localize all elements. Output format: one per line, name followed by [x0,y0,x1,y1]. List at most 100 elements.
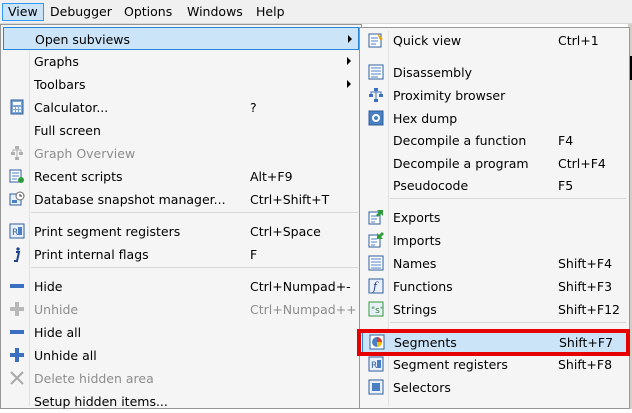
subviews-item-pseudocode[interactable]: Pseudocode F5 [362,174,627,197]
view-item-print-internal-flags[interactable]: Print internal flags F [3,243,359,266]
view-item-open-subviews[interactable]: Open subviews [3,27,359,50]
plus-all-icon [9,347,25,363]
view-item-toolbars[interactable]: Toolbars [3,73,359,96]
menu-item-shortcut: F5 [558,178,574,193]
submenu-arrow-icon [348,35,352,43]
view-menu: Open subviews Graphs Toolbars Calculator...… [0,24,362,409]
menu-separator [390,322,626,323]
menu-item-shortcut: F4 [558,133,574,148]
menu-item-shortcut: Ctrl+Space [250,224,321,239]
menu-item-label: Print internal flags [34,247,149,262]
menu-item-label: Unhide [34,302,79,317]
submenu-arrow-icon [347,80,351,88]
menu-item-shortcut: Ctrl+F4 [558,156,606,171]
minus-icon [9,278,25,294]
menu-item-label: Unhide all [34,348,97,363]
subviews-item-quick-view[interactable]: Quick view Ctrl+1 [362,29,627,52]
subviews-item-imports[interactable]: Imports [362,229,627,252]
view-item-database-snapshot-manager[interactable]: Database snapshot manager... Ctrl+Shift+T [3,188,359,211]
subviews-item-exports[interactable]: Exports [362,206,627,229]
view-item-recent-scripts[interactable]: Recent scripts Alt+F9 [3,165,359,188]
menu-item-shortcut: ? [250,100,257,115]
menu-item-shortcut: Ctrl+Numpad+- [250,279,351,294]
menu-windows[interactable]: Windows [182,3,248,21]
menu-item-shortcut: Shift+F12 [558,302,620,317]
menu-item-label: Proximity browser [393,88,506,103]
subviews-item-hex-dump[interactable]: Hex dump [362,107,627,130]
menu-view[interactable]: View [2,3,44,21]
menu-item-label: Hide all [34,325,82,340]
menu-item-label: Delete hidden area [34,371,154,386]
segment-registers-icon: R [9,223,25,239]
hex-dump-icon [368,110,384,126]
view-item-hide[interactable]: Hide Ctrl+Numpad+- [3,275,359,298]
menu-item-label: Setup hidden items... [34,394,168,409]
menu-item-label: Strings [393,302,437,317]
subviews-item-decompile-a-function[interactable]: Decompile a function F4 [362,129,627,152]
view-item-graphs[interactable]: Graphs [3,50,359,73]
snapshot-icon [9,191,25,207]
segment-registers-icon: R [368,356,384,372]
delete-x-icon [9,370,25,386]
subviews-item-disassembly[interactable]: Disassembly [362,61,627,84]
menu-debugger[interactable]: Debugger [45,3,117,21]
view-item-full-screen[interactable]: Full screen [3,119,359,142]
menu-item-label: Functions [393,279,453,294]
menu-item-label: Print segment registers [34,224,181,239]
proximity-icon [368,87,384,103]
subviews-item-decompile-a-program[interactable]: Decompile a program Ctrl+F4 [362,152,627,175]
view-item-hide-all[interactable]: Hide all [3,321,359,344]
menu-item-shortcut: Ctrl+Numpad++ [250,302,357,317]
subviews-item-functions[interactable]: f Functions Shift+F3 [362,275,627,298]
menu-item-label: Exports [393,210,441,225]
menu-item-label: Hex dump [393,111,458,126]
menu-item-label: Disassembly [393,65,472,80]
subviews-item-selectors[interactable]: Selectors [362,376,627,399]
subviews-item-strings[interactable]: "s" Strings Shift+F12 [362,298,627,321]
quick-view-icon [368,32,384,48]
menu-bar: View Debugger Options Windows Help [0,0,632,24]
menu-item-shortcut: Shift+F8 [558,357,613,372]
menu-separator [31,267,358,268]
menu-item-label: Selectors [393,380,451,395]
menu-separator [31,212,358,213]
imports-icon [368,232,384,248]
menu-help[interactable]: Help [251,3,290,21]
minus-icon [9,324,25,340]
annotation-highlight-box [357,329,630,356]
info-icon [9,246,25,262]
view-item-unhide-all[interactable]: Unhide all [3,344,359,367]
subviews-item-segment-registers[interactable]: R Segment registers Shift+F8 [362,353,627,376]
menu-item-label: Decompile a program [393,156,529,171]
recent-scripts-icon [9,168,25,184]
submenu-arrow-icon [347,57,351,65]
menu-item-label: Segment registers [393,357,508,372]
selectors-icon [368,379,384,395]
menu-item-label: Recent scripts [34,169,123,184]
menu-item-label: Full screen [34,123,101,138]
menu-item-label: Quick view [393,33,462,48]
view-item-calculator[interactable]: Calculator...? [3,96,359,119]
menu-item-label: Names [393,256,437,271]
functions-icon: f [368,278,384,294]
view-item-setup-hidden-items[interactable]: Setup hidden items... [3,390,359,413]
menu-options[interactable]: Options [119,3,177,21]
menu-item-shortcut: Alt+F9 [250,169,293,184]
subviews-item-names[interactable]: Names Shift+F4 [362,252,627,275]
names-icon [368,255,384,271]
menu-item-label: Imports [393,233,441,248]
menu-item-shortcut: Shift+F4 [558,256,613,271]
calculator-icon [9,99,25,115]
menu-item-shortcut: Ctrl+Shift+T [250,192,330,207]
disassembly-icon [368,64,384,80]
strings-icon: "s" [368,301,384,317]
graph-overview-icon [9,145,25,161]
subviews-item-proximity-browser[interactable]: Proximity browser [362,84,627,107]
menu-item-shortcut: Ctrl+1 [558,33,599,48]
menu-item-label: Open subviews [35,32,131,47]
exports-icon [368,209,384,225]
plus-icon [9,301,25,317]
menu-item-label: Graph Overview [34,146,136,161]
view-item-print-segment-registers[interactable]: R Print segment registers Ctrl+Space [3,220,359,243]
view-item-delete-hidden-area: Delete hidden area [3,367,359,390]
